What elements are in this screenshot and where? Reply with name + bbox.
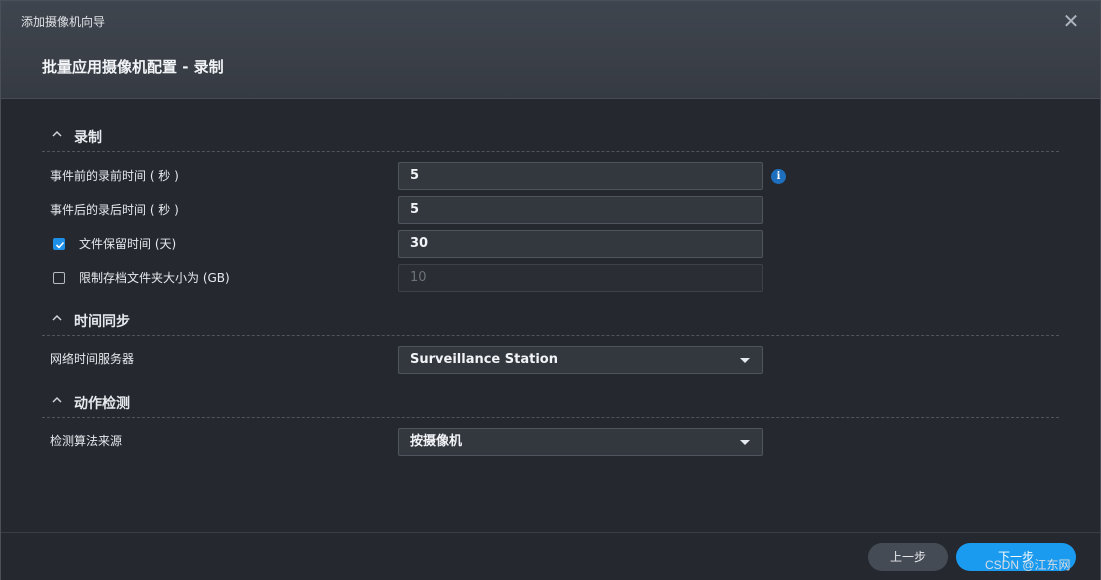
- section-title: 时间同步: [74, 314, 130, 330]
- window-title: 添加摄像机向导: [21, 15, 106, 29]
- chevron-up-icon: [52, 314, 62, 321]
- chevron-up-icon: [52, 130, 62, 137]
- ntp-server-value: Surveillance Station: [410, 352, 558, 367]
- pre-record-input[interactable]: 5: [398, 162, 763, 190]
- wizard-dialog: 添加摄像机向导 ✕ 批量应用摄像机配置 - 录制 录制 事件前的录前时间 ( 秒…: [0, 0, 1101, 580]
- section-title: 录制: [74, 130, 102, 146]
- dialog-header: 添加摄像机向导 ✕ 批量应用摄像机配置 - 录制: [1, 1, 1100, 99]
- check-icon: [55, 241, 65, 249]
- close-icon[interactable]: ✕: [1060, 10, 1082, 32]
- ntp-server-label: 网络时间服务器: [50, 352, 135, 366]
- section-time-sync[interactable]: 时间同步: [42, 311, 1059, 336]
- post-record-input[interactable]: 5: [398, 196, 763, 224]
- algorithm-source-label: 检测算法来源: [50, 434, 123, 448]
- size-limit-input: 10: [398, 264, 763, 292]
- page-title: 批量应用摄像机配置 - 录制: [42, 58, 224, 76]
- pre-record-label: 事件前的录前时间 ( 秒 ): [50, 169, 179, 183]
- watermark: CSDN @江东网: [985, 558, 1071, 572]
- ntp-server-select[interactable]: Surveillance Station: [398, 346, 763, 374]
- chevron-up-icon: [52, 396, 62, 403]
- info-icon[interactable]: i: [771, 169, 786, 184]
- post-record-label: 事件后的录后时间 ( 秒 ): [50, 203, 179, 217]
- previous-button[interactable]: 上一步: [868, 543, 948, 571]
- section-recording[interactable]: 录制: [42, 127, 1059, 152]
- size-limit-label: 限制存档文件夹大小为 (GB): [79, 271, 230, 285]
- algorithm-source-value: 按摄像机: [410, 434, 463, 449]
- section-title: 动作检测: [74, 396, 130, 412]
- size-limit-checkbox[interactable]: [53, 272, 65, 284]
- caret-down-icon: [740, 440, 750, 445]
- retention-label: 文件保留时间 (天): [79, 237, 177, 251]
- caret-down-icon: [740, 358, 750, 363]
- retention-checkbox[interactable]: [53, 238, 65, 250]
- section-motion-detection[interactable]: 动作检测: [42, 393, 1059, 418]
- dialog-footer: 上一步 下一步: [1, 532, 1100, 580]
- retention-input[interactable]: 30: [398, 230, 763, 258]
- algorithm-source-select[interactable]: 按摄像机: [398, 428, 763, 456]
